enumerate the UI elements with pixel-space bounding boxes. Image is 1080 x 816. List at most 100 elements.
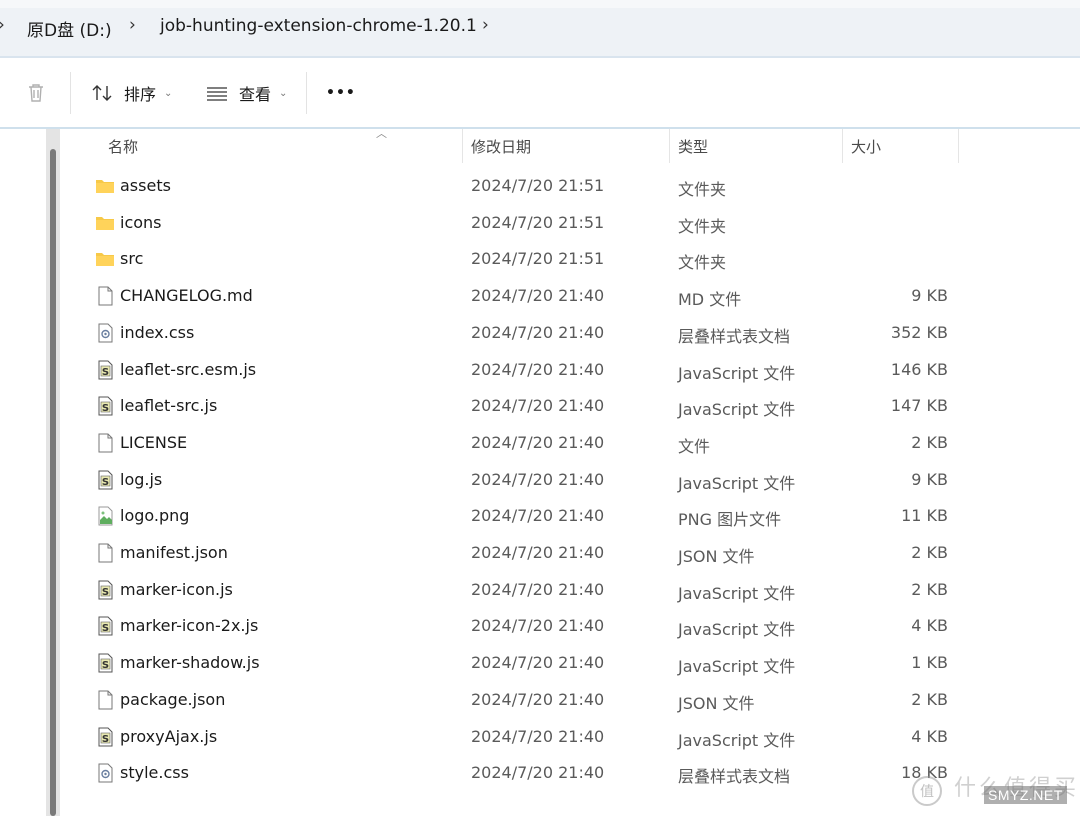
- file-row[interactable]: assets 2024/7/20 21:51 文件夹: [0, 168, 1080, 204]
- file-name: proxyAjax.js: [120, 726, 218, 746]
- svg-text:S: S: [102, 403, 109, 414]
- file-type: MD 文件: [678, 290, 742, 310]
- address-bar: › 原D盘 (D:) › job-hunting-extension-chrom…: [0, 0, 1080, 56]
- file-size: 2 KB: [911, 543, 948, 562]
- file-date: 2024/7/20 21:40: [471, 322, 605, 342]
- file-size: 146 KB: [890, 359, 948, 379]
- file-size: 4 KB: [911, 726, 948, 746]
- folder-icon: [95, 249, 115, 269]
- file-type: JSON 文件: [678, 693, 755, 713]
- file-date: 2024/7/20 21:40: [471, 579, 605, 599]
- file-name: manifest.json: [120, 543, 228, 562]
- js-file-icon: S: [95, 616, 115, 636]
- file-row[interactable]: Slog.js 2024/7/20 21:40 JavaScript 文件 9 KB: [0, 462, 1080, 498]
- file-row[interactable]: CHANGELOG.md 2024/7/20 21:40 MD 文件 9 KB: [0, 278, 1080, 314]
- column-size-header[interactable]: 大小: [843, 129, 958, 163]
- file-type: PNG 图片文件: [678, 510, 782, 530]
- chevron-down-icon: ⌄: [279, 87, 288, 99]
- breadcrumb-item-folder[interactable]: job-hunting-extension-chrome-1.20.1: [160, 16, 477, 36]
- column-header: ︿ 名称 修改日期 类型 大小: [0, 127, 1080, 163]
- file-date: 2024/7/20 21:40: [471, 726, 605, 746]
- js-file-icon: S: [95, 396, 115, 416]
- file-date: 2024/7/20 21:40: [471, 506, 605, 526]
- svg-text:值: 值: [920, 784, 934, 800]
- sort-button[interactable]: 排序 ⌄: [90, 58, 172, 128]
- js-file-icon: S: [95, 653, 115, 673]
- file-date: 2024/7/20 21:40: [471, 763, 605, 783]
- file-type: 文件夹: [678, 216, 727, 236]
- chevron-down-icon: ⌄: [164, 87, 173, 99]
- watermark-site: SMYZ.NET: [984, 786, 1067, 804]
- file-row[interactable]: logo.png 2024/7/20 21:40 PNG 图片文件 11 KB: [0, 498, 1080, 534]
- file-type: 层叠样式表文档: [678, 326, 791, 346]
- file-name: marker-shadow.js: [120, 653, 260, 673]
- trash-icon: [29, 84, 43, 102]
- delete-button[interactable]: [24, 58, 48, 128]
- file-name: LICENSE: [120, 432, 188, 452]
- file-type: 文件: [678, 436, 711, 456]
- file-name: style.css: [120, 763, 189, 783]
- svg-text:S: S: [102, 660, 109, 671]
- column-date-header[interactable]: 修改日期: [463, 129, 669, 163]
- file-row[interactable]: Smarker-icon.js 2024/7/20 21:40 JavaScript…: [0, 572, 1080, 608]
- file-row[interactable]: Smarker-icon-2x.js 2024/7/20 21:40 JavaScr…: [0, 608, 1080, 644]
- file-row[interactable]: Sleaflet-src.esm.js 2024/7/20 21:40 JavaSc…: [0, 352, 1080, 388]
- file-row[interactable]: SproxyAjax.js 2024/7/20 21:40 JavaScript 文…: [0, 719, 1080, 755]
- js-file-icon: S: [95, 360, 115, 380]
- file-row[interactable]: manifest.json 2024/7/20 21:40 JSON 文件 2 KB: [0, 535, 1080, 571]
- file-name: marker-icon-2x.js: [120, 616, 259, 636]
- file-row[interactable]: index.css 2024/7/20 21:40 层叠样式表文档 352 KB: [0, 315, 1080, 351]
- file-date: 2024/7/20 21:51: [471, 212, 605, 232]
- file-type: JSON 文件: [678, 547, 755, 566]
- file-size: 2 KB: [911, 432, 948, 452]
- file-name: assets: [120, 176, 171, 195]
- toolbar-divider: [306, 72, 307, 114]
- sort-icon: [92, 85, 112, 101]
- file-row[interactable]: Smarker-shadow.js 2024/7/20 21:40 JavaScri…: [0, 645, 1080, 681]
- file-size: 147 KB: [890, 396, 948, 416]
- column-name-header[interactable]: ︿ 名称: [100, 127, 462, 163]
- svg-text:S: S: [102, 623, 109, 634]
- file-name: index.css: [120, 322, 195, 342]
- file-row[interactable]: package.json 2024/7/20 21:40 JSON 文件 2 KB: [0, 682, 1080, 718]
- image-file-icon: [95, 506, 115, 526]
- file-date: 2024/7/20 21:40: [471, 432, 605, 452]
- file-date: 2024/7/20 21:40: [471, 543, 605, 562]
- file-name: marker-icon.js: [120, 579, 233, 599]
- view-button[interactable]: 查看 ⌄: [205, 58, 287, 128]
- file-size: 2 KB: [911, 579, 948, 599]
- column-date-label: 修改日期: [471, 137, 532, 156]
- column-type-label: 类型: [678, 137, 709, 156]
- file-date: 2024/7/20 21:40: [471, 653, 605, 673]
- js-file-icon: S: [95, 727, 115, 747]
- more-options-button[interactable]: •••: [326, 58, 356, 128]
- title-strip: [0, 0, 1080, 8]
- chevron-right-icon[interactable]: ›: [0, 15, 5, 35]
- file-size: 9 KB: [911, 469, 948, 489]
- file-type: JavaScript 文件: [678, 400, 796, 420]
- file-name: src: [120, 249, 144, 269]
- file-name: icons: [120, 212, 162, 232]
- file-icon: [95, 543, 115, 563]
- file-row[interactable]: src 2024/7/20 21:51 文件夹: [0, 241, 1080, 277]
- file-row[interactable]: Sleaflet-src.js 2024/7/20 21:40 JavaScript…: [0, 388, 1080, 424]
- folder-icon: [95, 176, 115, 196]
- file-type: JavaScript 文件: [678, 620, 796, 640]
- file-name: package.json: [120, 689, 226, 709]
- file-name: CHANGELOG.md: [120, 286, 253, 306]
- chevron-right-icon[interactable]: ›: [129, 15, 136, 35]
- file-date: 2024/7/20 21:40: [471, 469, 605, 489]
- file-icon: [95, 286, 115, 306]
- column-type-header[interactable]: 类型: [670, 129, 842, 163]
- column-divider[interactable]: [958, 129, 959, 163]
- file-row[interactable]: icons 2024/7/20 21:51 文件夹: [0, 205, 1080, 241]
- file-name: logo.png: [120, 506, 190, 526]
- file-type: JavaScript 文件: [678, 583, 796, 603]
- svg-text:S: S: [102, 477, 109, 488]
- file-type: 文件夹: [678, 180, 727, 199]
- chevron-right-icon[interactable]: ›: [482, 15, 489, 35]
- folder-icon: [95, 213, 115, 233]
- breadcrumb-item-drive[interactable]: 原D盘 (D:): [27, 16, 112, 41]
- file-row[interactable]: LICENSE 2024/7/20 21:40 文件 2 KB: [0, 425, 1080, 461]
- file-date: 2024/7/20 21:40: [471, 286, 605, 306]
